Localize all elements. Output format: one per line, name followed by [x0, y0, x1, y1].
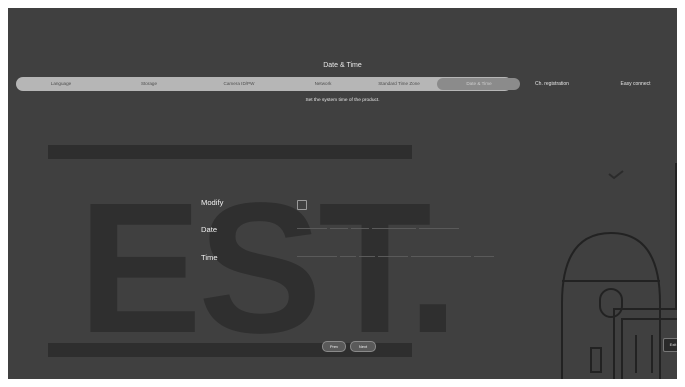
- step-network[interactable]: Network: [288, 77, 358, 91]
- time-field-segment: [378, 256, 408, 257]
- step-language[interactable]: Language: [26, 77, 96, 91]
- step-ch-registration[interactable]: Ch. registration: [512, 78, 592, 90]
- date-field-segment: [419, 228, 459, 229]
- time-field-segment: [359, 256, 375, 257]
- step-camera-id-pw[interactable]: Camera ID/PW: [204, 77, 274, 91]
- date-field-segment: [351, 228, 369, 229]
- decorative-top-bar: [48, 145, 412, 159]
- decorative-building-illustration: [561, 163, 677, 379]
- date-label: Date: [201, 225, 218, 234]
- page-subtitle: Set the system time of the product.: [305, 98, 380, 103]
- modify-checkbox[interactable]: [297, 200, 307, 210]
- date-field-segment: [372, 228, 416, 229]
- step-easy-connect[interactable]: Easy connect: [598, 78, 673, 90]
- time-field-segment: [474, 256, 494, 257]
- wizard-step-bar: Language Storage Camera ID/PW Network St…: [16, 77, 520, 91]
- time-field-segment: [340, 256, 356, 257]
- time-label: Time: [201, 253, 218, 262]
- step-standard-time-zone[interactable]: Standard Time Zone: [364, 77, 434, 91]
- date-field-segment: [330, 228, 348, 229]
- exit-button[interactable]: Exit: [663, 338, 677, 352]
- modify-label: Modify: [201, 198, 224, 207]
- time-field-segment: [297, 256, 337, 257]
- decorative-background-letters: EST.: [78, 165, 459, 372]
- date-field-segment: [297, 228, 327, 229]
- time-field[interactable]: [297, 252, 497, 261]
- time-field-segment: [411, 256, 471, 257]
- page-title: Date & Time: [323, 62, 362, 69]
- setup-wizard-screen: EST. Date & Time Language Storage Camera…: [8, 8, 677, 379]
- step-date-time[interactable]: Date & Time: [444, 77, 514, 91]
- step-storage[interactable]: Storage: [114, 77, 184, 91]
- prev-button[interactable]: Prev: [322, 341, 346, 352]
- date-field[interactable]: [297, 224, 465, 233]
- next-button[interactable]: Next: [350, 341, 376, 352]
